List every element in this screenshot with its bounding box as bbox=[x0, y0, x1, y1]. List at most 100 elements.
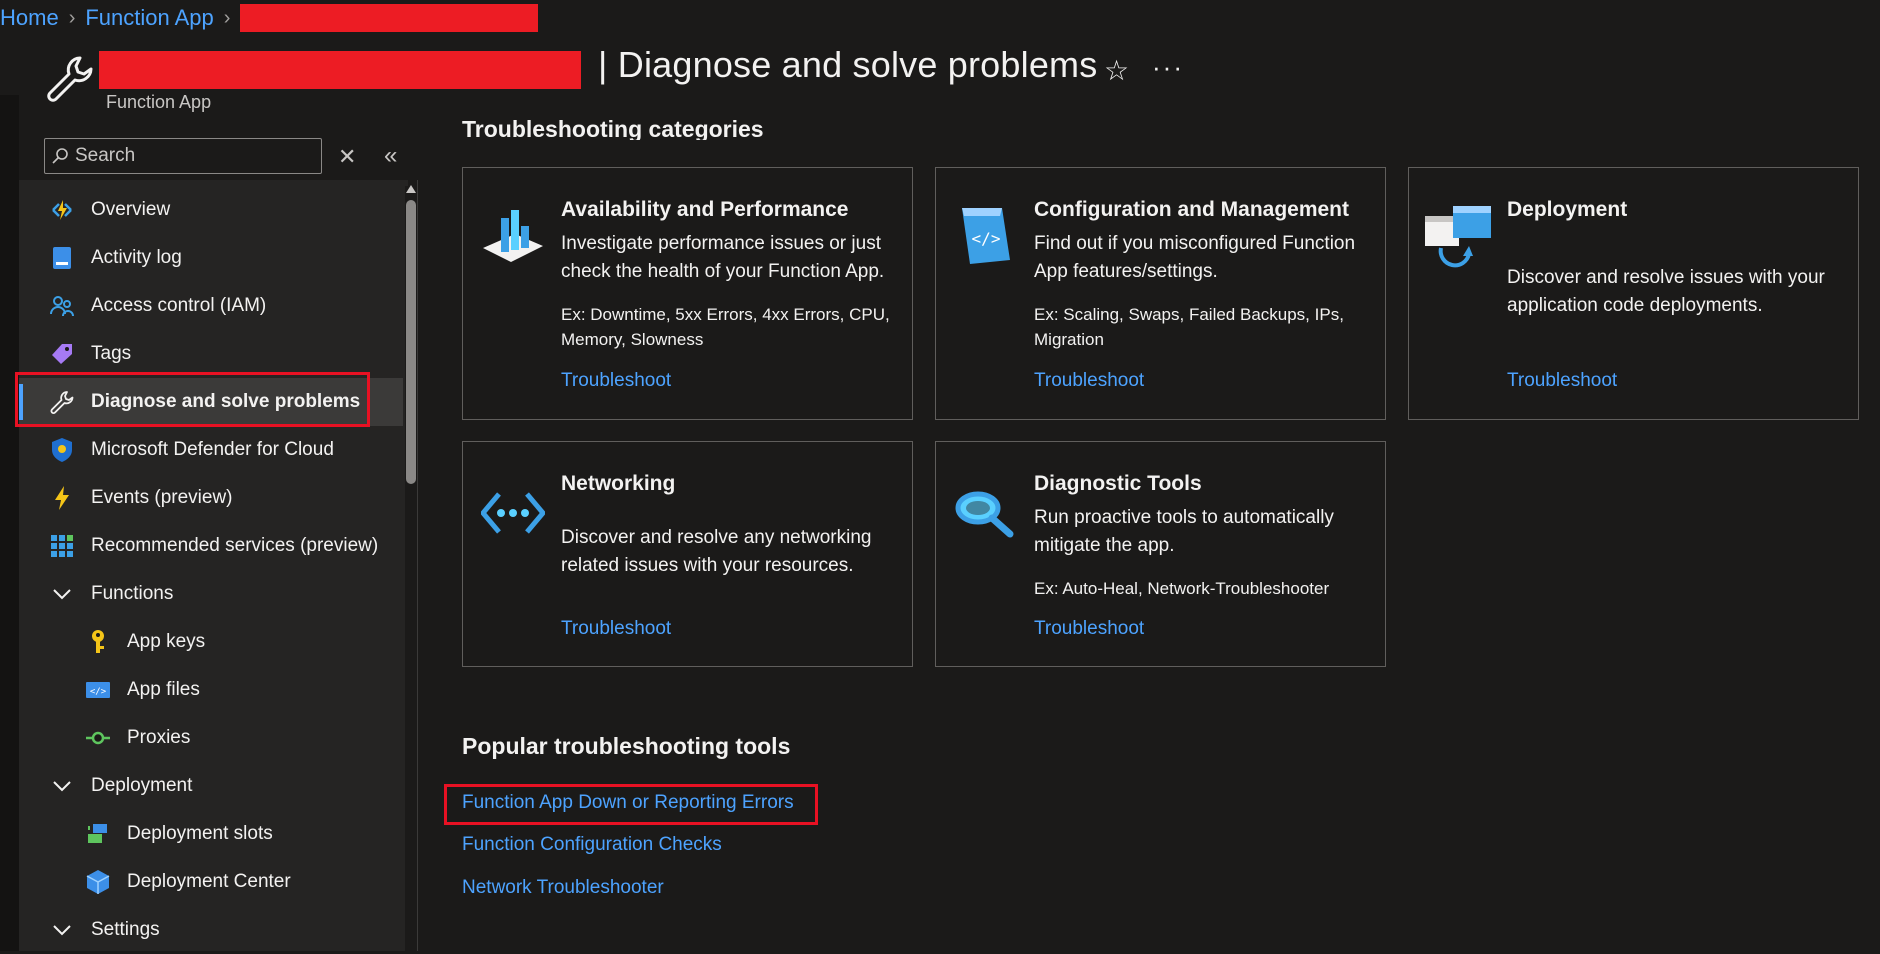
sidebar-item-label: Tags bbox=[91, 343, 132, 364]
card-description: Investigate performance issues or just c… bbox=[561, 233, 885, 282]
proxy-icon bbox=[83, 723, 113, 753]
troubleshoot-link[interactable]: Troubleshoot bbox=[561, 370, 671, 392]
page-subtitle: Function App bbox=[106, 92, 212, 112]
card-title: Availability and Performance bbox=[561, 198, 849, 221]
collapse-sidebar-icon[interactable]: « bbox=[384, 142, 397, 170]
deployment-icon bbox=[1423, 204, 1491, 268]
sidebar-item-label: Functions bbox=[91, 583, 174, 604]
card-diagnostic-tools[interactable]: Diagnostic Tools Run proactive tools to … bbox=[935, 441, 1386, 667]
card-description: Run proactive tools to automatically mit… bbox=[1034, 507, 1334, 556]
page-title: | Diagnose and solve problems bbox=[598, 44, 1098, 85]
card-examples: Ex: Auto-Heal, Network-Troubleshooter bbox=[1034, 579, 1330, 598]
search-icon bbox=[45, 141, 75, 171]
redacted-resource-name bbox=[240, 4, 539, 32]
sidebar-item-label: Deployment slots bbox=[127, 823, 273, 844]
sidebar-item-label: Proxies bbox=[127, 727, 191, 748]
people-icon bbox=[47, 291, 77, 321]
card-deployment[interactable]: Deployment Discover and resolve issues w… bbox=[1408, 167, 1859, 420]
code-file-icon: </> bbox=[83, 675, 113, 705]
sidebar-item-label: Overview bbox=[91, 199, 171, 220]
svg-text:</>: </> bbox=[90, 687, 107, 697]
sidebar-item-app-files[interactable]: </> App files bbox=[19, 666, 403, 714]
popular-link-function-config-checks[interactable]: Function Configuration Checks bbox=[462, 834, 722, 856]
card-examples: Ex: Scaling, Swaps, Failed Backups, IPs,… bbox=[1034, 305, 1344, 349]
sidebar-item-tags[interactable]: Tags bbox=[19, 330, 403, 378]
shield-icon bbox=[47, 435, 77, 465]
sidebar-divider bbox=[417, 180, 418, 951]
sidebar-item-events[interactable]: Events (preview) bbox=[19, 474, 403, 522]
sidebar-item-activity-log[interactable]: Activity log bbox=[19, 234, 403, 282]
grid-icon bbox=[47, 531, 77, 561]
card-availability-performance[interactable]: Availability and Performance Investigate… bbox=[462, 167, 913, 420]
left-edge-strip bbox=[0, 95, 19, 951]
sidebar-search[interactable] bbox=[44, 138, 322, 174]
search-input[interactable] bbox=[75, 145, 305, 167]
highlight-box-link bbox=[444, 784, 818, 825]
sidebar-item-app-keys[interactable]: App keys bbox=[19, 618, 403, 666]
popular-link-network-troubleshooter[interactable]: Network Troubleshooter bbox=[462, 877, 664, 899]
chevron-down-icon bbox=[47, 915, 77, 945]
slots-icon bbox=[83, 819, 113, 849]
chevron-right-icon: › bbox=[68, 6, 76, 29]
chevron-right-icon: › bbox=[223, 6, 231, 29]
cube-icon bbox=[83, 867, 113, 897]
sidebar-scroll-thumb[interactable] bbox=[406, 200, 416, 484]
bar-chart-icon bbox=[481, 204, 545, 268]
card-description: Discover and resolve issues with your ap… bbox=[1507, 267, 1825, 316]
troubleshoot-link[interactable]: Troubleshoot bbox=[1034, 370, 1144, 392]
sidebar-item-label: Events (preview) bbox=[91, 487, 233, 508]
activity-log-icon bbox=[47, 243, 77, 273]
more-icon[interactable]: ··· bbox=[1152, 52, 1184, 83]
wrench-icon bbox=[44, 52, 96, 104]
svg-text:</>: </> bbox=[972, 229, 1001, 248]
sidebar-group-settings[interactable]: Settings bbox=[19, 906, 403, 954]
troubleshoot-link[interactable]: Troubleshoot bbox=[1507, 370, 1617, 392]
sidebar-item-access-control[interactable]: Access control (IAM) bbox=[19, 282, 403, 330]
sidebar-item-deployment-center[interactable]: Deployment Center bbox=[19, 858, 403, 906]
troubleshoot-link[interactable]: Troubleshoot bbox=[561, 618, 671, 640]
sidebar-item-label: Activity log bbox=[91, 247, 182, 268]
sidebar-item-label: App keys bbox=[127, 631, 206, 652]
redacted-app-name bbox=[99, 51, 581, 89]
card-title: Configuration and Management bbox=[1034, 198, 1349, 221]
troubleshoot-link[interactable]: Troubleshoot bbox=[1034, 618, 1144, 640]
card-title: Deployment bbox=[1507, 198, 1628, 221]
sidebar-item-label: Settings bbox=[91, 919, 160, 940]
tag-icon bbox=[47, 339, 77, 369]
sidebar-item-overview[interactable]: Overview bbox=[19, 186, 403, 234]
config-code-icon: </> bbox=[954, 204, 1018, 268]
sidebar-item-label: App files bbox=[127, 679, 200, 700]
function-app-icon bbox=[47, 195, 77, 225]
card-description: Find out if you misconfigured Function A… bbox=[1034, 233, 1356, 282]
lightning-icon bbox=[47, 483, 77, 513]
sidebar-item-label: Deployment bbox=[91, 775, 193, 796]
scroll-up-arrow-icon[interactable] bbox=[406, 185, 416, 193]
sidebar-group-functions[interactable]: Functions bbox=[19, 570, 403, 618]
sidebar-item-defender[interactable]: Microsoft Defender for Cloud bbox=[19, 426, 403, 474]
sidebar-item-proxies[interactable]: Proxies bbox=[19, 714, 403, 762]
sidebar-group-deployment[interactable]: Deployment bbox=[19, 762, 403, 810]
popular-tools-heading: Popular troubleshooting tools bbox=[462, 733, 791, 759]
card-title: Networking bbox=[561, 472, 676, 495]
card-description: Discover and resolve any networking rela… bbox=[561, 527, 872, 576]
chevron-down-icon bbox=[47, 579, 77, 609]
breadcrumb-home-link[interactable]: Home bbox=[0, 5, 59, 31]
card-networking[interactable]: Networking Discover and resolve any netw… bbox=[462, 441, 913, 667]
breadcrumb: Home › Function App › bbox=[0, 0, 539, 36]
sidebar-item-label: Deployment Center bbox=[127, 871, 291, 892]
sidebar-item-label: Recommended services (preview) bbox=[91, 535, 379, 556]
breadcrumb-function-app-link[interactable]: Function App bbox=[85, 5, 213, 31]
card-examples: Ex: Downtime, 5xx Errors, 4xx Errors, CP… bbox=[561, 305, 890, 349]
key-icon bbox=[83, 627, 113, 657]
highlight-box-nav bbox=[15, 372, 370, 427]
sidebar-item-label: Access control (IAM) bbox=[91, 295, 267, 316]
card-title: Diagnostic Tools bbox=[1034, 472, 1202, 495]
sidebar-item-deployment-slots[interactable]: Deployment slots bbox=[19, 810, 403, 858]
star-icon[interactable]: ☆ bbox=[1104, 54, 1129, 87]
sidebar-item-recommended-services[interactable]: Recommended services (preview) bbox=[19, 522, 403, 570]
categories-heading: Troubleshooting categories bbox=[462, 116, 764, 140]
card-configuration-management[interactable]: </> Configuration and Management Find ou… bbox=[935, 167, 1386, 420]
network-icon bbox=[479, 488, 547, 552]
magnifier-icon bbox=[954, 488, 1018, 552]
clear-search-icon[interactable]: ✕ bbox=[338, 144, 356, 170]
